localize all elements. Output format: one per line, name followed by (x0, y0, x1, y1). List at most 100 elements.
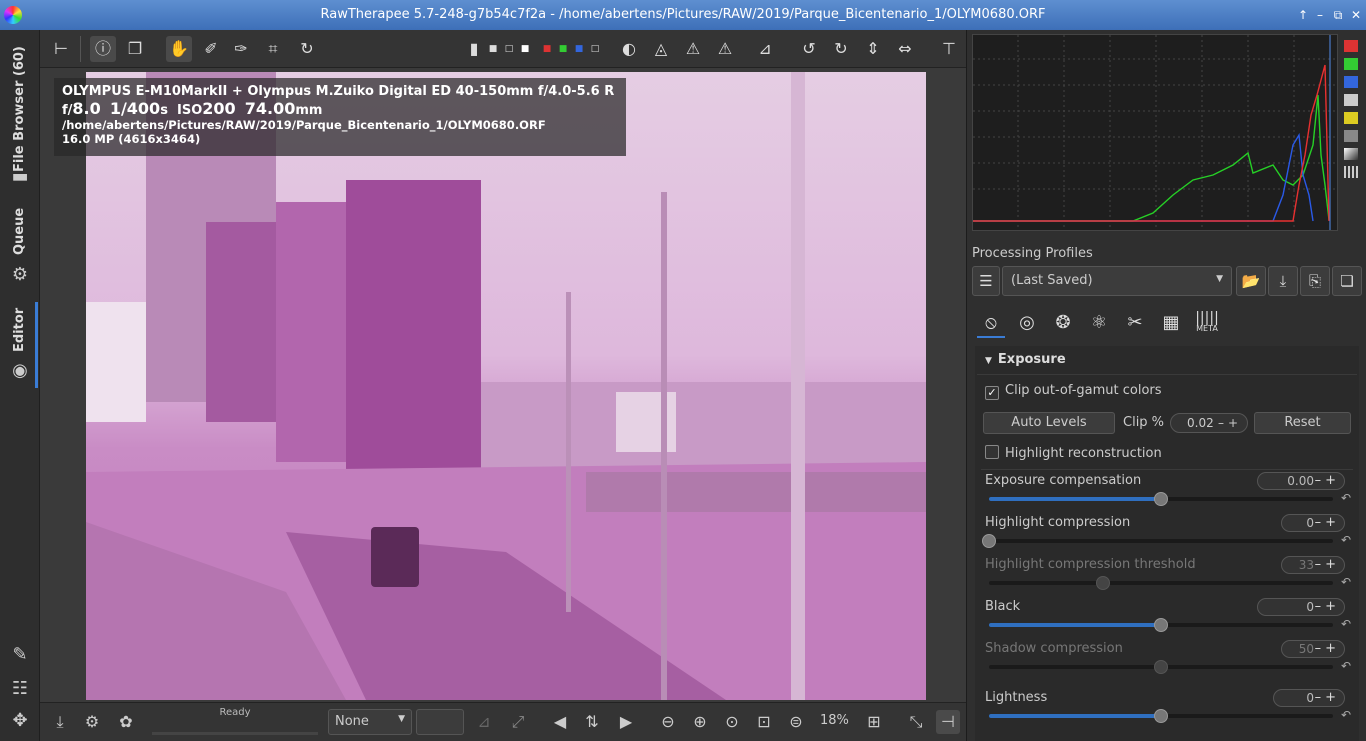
reset-slider-icon[interactable]: ↶ (1341, 533, 1351, 547)
reset-slider-icon[interactable]: ↶ (1341, 659, 1351, 673)
image-viewer[interactable] (40, 68, 966, 702)
compare-before-icon[interactable]: ⊿ (472, 710, 496, 734)
close-button[interactable]: ✕ (1347, 6, 1365, 24)
slider-track[interactable] (989, 709, 1333, 723)
preview-mode-select[interactable]: None ▼ (328, 709, 412, 735)
toggle-top-panel-icon[interactable]: ⊤ (936, 36, 962, 62)
slider-track[interactable] (989, 576, 1333, 590)
tab-transform-icon[interactable]: ✂ (1121, 308, 1149, 338)
shadow-clip-warning-icon[interactable]: ⚠ (680, 36, 706, 62)
load-profile-icon[interactable]: 📂 (1236, 266, 1266, 296)
histogram-luminance-toggle[interactable] (1344, 94, 1358, 106)
previous-image-icon[interactable]: ◀ (548, 710, 572, 734)
zoom-in-icon[interactable]: ⊕ (688, 710, 712, 734)
tab-exposure-icon[interactable]: ⦸ (977, 308, 1005, 338)
tab-raw-icon[interactable]: ▦ (1157, 308, 1185, 338)
slider-value-spinner[interactable]: 33 –+ (1281, 556, 1345, 574)
straighten-icon[interactable]: ↻ (294, 36, 320, 62)
histogram-blue-toggle[interactable] (1344, 76, 1358, 88)
channel-luminance-icon[interactable]: □ (588, 36, 602, 62)
focus-mask-icon[interactable]: ◐ (616, 36, 642, 62)
zoom-out-icon[interactable]: ⊖ (656, 710, 680, 734)
slider-handle[interactable] (1154, 492, 1168, 506)
processing-profile-select[interactable]: (Last Saved) ▼ (1002, 266, 1232, 296)
histogram-red-toggle[interactable] (1344, 40, 1358, 52)
external-editor-icon[interactable]: ✎ (9, 644, 31, 666)
fullscreen-icon[interactable]: ⤡ (904, 710, 928, 734)
rotate-right-icon[interactable]: ↻ (828, 36, 854, 62)
channel-green-icon[interactable]: ■ (556, 36, 570, 62)
slider-handle[interactable] (1154, 618, 1168, 632)
sync-image-icon[interactable]: ⇅ (580, 710, 604, 734)
histogram-green-toggle[interactable] (1344, 58, 1358, 70)
histogram-bar-toggle[interactable] (1344, 148, 1358, 160)
slider-value-spinner[interactable]: 0.00 –+ (1257, 472, 1345, 490)
tone-curve-preview-select[interactable] (416, 709, 464, 735)
white-balance-picker-icon[interactable]: ✐ (198, 36, 224, 62)
send-to-queue-icon[interactable]: ⚙ (80, 710, 104, 734)
reset-slider-icon[interactable]: ↶ (1341, 575, 1351, 589)
slider-track[interactable] (982, 534, 1333, 548)
toggle-history-panel-icon[interactable]: ⊢ (48, 36, 74, 62)
slider-track[interactable] (989, 660, 1333, 674)
slider-handle[interactable] (1154, 709, 1168, 723)
zoom-fit-crop-icon[interactable]: ⊡ (752, 710, 776, 734)
minimize-button[interactable]: – (1311, 6, 1329, 24)
slider-handle[interactable] (1154, 660, 1168, 674)
save-image-icon[interactable]: ⤓ (48, 710, 72, 734)
histogram-mode-toggle[interactable] (1344, 166, 1358, 178)
rotate-left-icon[interactable]: ↺ (796, 36, 822, 62)
hand-tool-icon[interactable]: ✋ (166, 36, 192, 62)
flip-vertical-icon[interactable]: ⇕ (860, 36, 886, 62)
info-icon[interactable]: ⓘ (90, 36, 116, 62)
preferences-icon[interactable]: ☷ (9, 678, 31, 700)
highlight-clip-warning-icon[interactable]: ⚠ (712, 36, 738, 62)
fullscreen-move-icon[interactable]: ✥ (9, 710, 31, 732)
exposure-section-header[interactable]: ▼ Exposure (985, 352, 1066, 367)
reset-slider-icon[interactable]: ↶ (1341, 491, 1351, 505)
clip-gamut-row[interactable]: ✓ Clip out-of-gamut colors (985, 383, 1353, 400)
highlight-reconstruction-row[interactable]: Highlight reconstruction (985, 445, 1353, 461)
profile-list-icon[interactable]: ☰ (972, 266, 1000, 296)
color-picker-icon[interactable]: ✑ (228, 36, 254, 62)
tab-advanced-icon[interactable]: ⚛ (1085, 308, 1113, 338)
preview-background-icon[interactable]: ▮ (464, 36, 484, 62)
slider-value-spinner[interactable]: 50 –+ (1281, 640, 1345, 658)
bg-grey-icon[interactable]: □ (502, 36, 516, 62)
crop-icon[interactable]: ⌗ (260, 36, 286, 62)
reset-slider-icon[interactable]: ↶ (1341, 617, 1351, 631)
maximize-button[interactable]: ⧉ (1329, 6, 1347, 24)
clip-gamut-checkbox[interactable]: ✓ (985, 386, 999, 400)
slider-handle[interactable] (982, 534, 996, 548)
new-detail-window-icon[interactable]: ⊞ (862, 710, 886, 734)
perspective-icon[interactable]: ⊿ (752, 36, 778, 62)
tab-detail-icon[interactable]: ◎ (1013, 308, 1041, 338)
channel-red-icon[interactable]: ■ (540, 36, 554, 62)
before-after-icon[interactable]: ❐ (122, 36, 148, 62)
next-image-icon[interactable]: ▶ (614, 710, 638, 734)
reset-slider-icon[interactable]: ↶ (1341, 708, 1351, 722)
slider-track[interactable] (989, 618, 1333, 632)
slider-value-spinner[interactable]: 0 –+ (1281, 514, 1345, 532)
bg-white-icon[interactable]: ■ (518, 36, 532, 62)
slider-track[interactable] (989, 492, 1333, 506)
auto-levels-button[interactable]: Auto Levels (983, 412, 1115, 434)
external-editor-send-icon[interactable]: ✿ (114, 710, 138, 734)
zoom-fit-icon[interactable]: ⊙ (720, 710, 744, 734)
highlight-reconstruction-checkbox[interactable] (985, 445, 999, 459)
tab-color-icon[interactable]: ❂ (1049, 308, 1077, 338)
compare-after-icon[interactable]: ⤢ (506, 710, 530, 734)
paste-profile-icon[interactable]: ❏ (1332, 266, 1362, 296)
slider-value-spinner[interactable]: 0 –+ (1273, 689, 1345, 707)
zoom-100-icon[interactable]: ⊜ (784, 710, 808, 734)
false-color-icon[interactable]: ◬ (648, 36, 674, 62)
slider-handle[interactable] (1095, 576, 1110, 590)
slider-value-spinner[interactable]: 0 –+ (1257, 598, 1345, 616)
bg-black-icon[interactable]: ■ (486, 36, 500, 62)
histogram-chroma-toggle[interactable] (1344, 112, 1358, 124)
preview-image[interactable] (86, 72, 926, 700)
copy-profile-icon[interactable]: ⎘ (1300, 266, 1330, 296)
tab-metadata-icon[interactable]: ||||| META (1193, 308, 1221, 338)
flip-horizontal-icon[interactable]: ⇔ (892, 36, 918, 62)
channel-blue-icon[interactable]: ■ (572, 36, 586, 62)
